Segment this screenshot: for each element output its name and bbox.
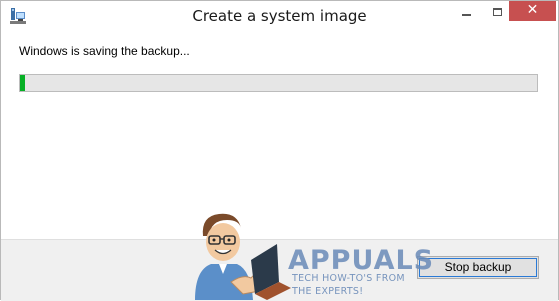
watermark-brand: APPUALS [288,245,435,276]
backup-progress-bar [19,74,538,92]
backup-status-text: Windows is saving the backup... [19,44,190,58]
watermark-tagline-line2: THE EXPERTS! [292,286,364,297]
create-system-image-dialog: Create a system image ✕ Windows is savin… [0,0,559,301]
maximize-button[interactable] [482,1,512,25]
minimize-button[interactable] [452,1,480,23]
title-bar[interactable]: Create a system image ✕ [1,1,558,32]
maximize-icon [492,8,502,16]
close-icon: ✕ [526,2,539,18]
progress-fill [20,75,26,91]
watermark-tagline-line1: TECH HOW-TO'S FROM [292,273,405,284]
stop-backup-button[interactable]: Stop backup [417,256,539,279]
close-button[interactable]: ✕ [509,1,556,21]
minimize-icon [461,14,471,16]
